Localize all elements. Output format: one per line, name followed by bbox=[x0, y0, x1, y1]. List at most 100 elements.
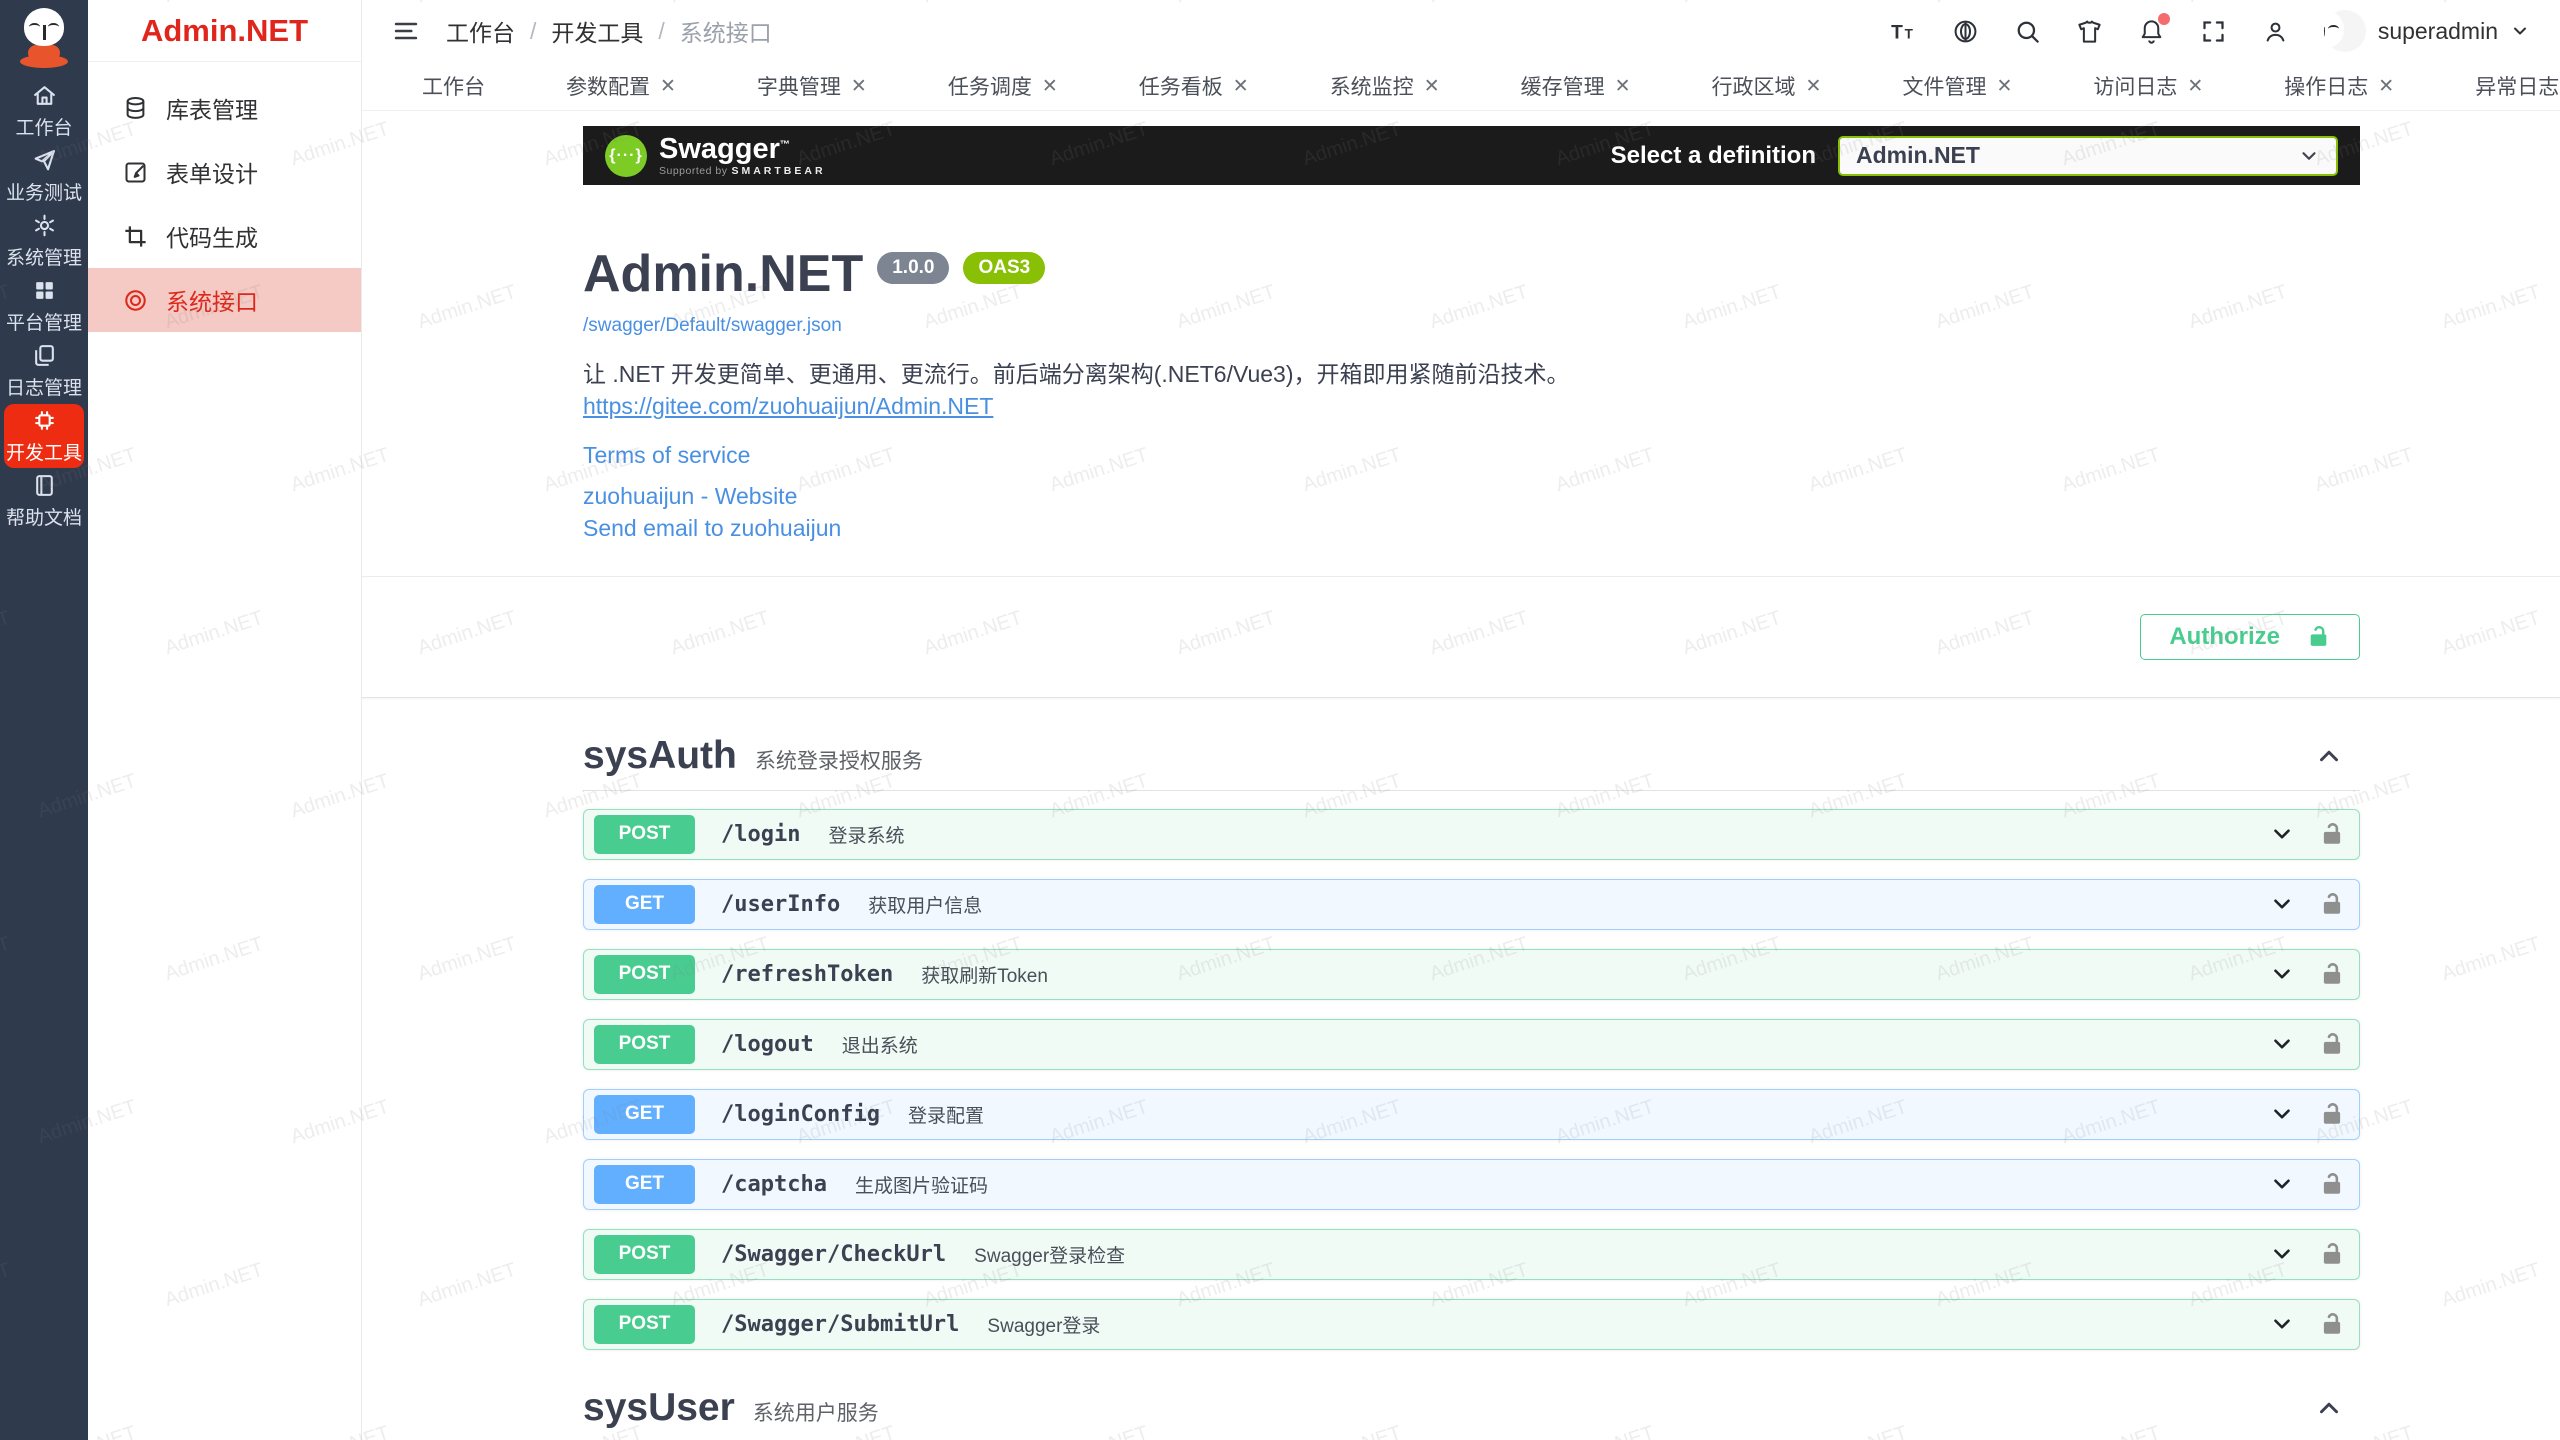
chevron-up-icon[interactable] bbox=[2314, 1393, 2344, 1423]
sidebar-item-代码生成[interactable]: 代码生成 bbox=[88, 204, 361, 268]
section-header[interactable]: sysUser 系统用户服务 bbox=[583, 1386, 2360, 1440]
tab-任务看板[interactable]: 任务看板 ✕ bbox=[1121, 63, 1267, 109]
tab-工作台[interactable]: 工作台 bbox=[404, 63, 503, 109]
section-header[interactable]: sysAuth 系统登录授权服务 bbox=[583, 734, 2360, 791]
rail-item-工作台[interactable]: 工作台 bbox=[4, 79, 84, 143]
endpoint-row-/logout[interactable]: POST /logout 退出系统 bbox=[583, 1019, 2360, 1070]
lock-open-icon[interactable] bbox=[2319, 1171, 2345, 1197]
tab-close-icon[interactable]: ✕ bbox=[1996, 77, 2012, 96]
endpoint-path: /userInfo bbox=[721, 892, 840, 917]
tab-close-icon[interactable]: ✕ bbox=[1042, 77, 1058, 96]
chevron-down-icon[interactable] bbox=[2269, 961, 2295, 987]
method-badge: POST bbox=[594, 1025, 695, 1064]
topbar-actions: TT superadmin bbox=[1890, 10, 2530, 52]
swagger-content: {···} Swagger™ Supported bySMARTBEAR Sel… bbox=[362, 111, 2560, 1440]
tab-字典管理[interactable]: 字典管理 ✕ bbox=[739, 63, 885, 109]
lock-open-icon[interactable] bbox=[2319, 821, 2345, 847]
terms-of-service-link[interactable]: Terms of service bbox=[583, 442, 2360, 469]
tab-close-icon[interactable]: ✕ bbox=[1806, 77, 1822, 96]
repo-link[interactable]: https://gitee.com/zuohuaijun/Admin.NET bbox=[583, 393, 993, 420]
font-size-icon[interactable]: TT bbox=[1890, 18, 1917, 45]
endpoint-summary: Swagger登录检查 bbox=[974, 1241, 1125, 1268]
app-logo[interactable] bbox=[15, 8, 73, 68]
rail-item-系统管理[interactable]: 系统管理 bbox=[4, 209, 84, 273]
tab-异常日志[interactable]: 异常日志 ✕ bbox=[2457, 63, 2560, 109]
email-link[interactable]: Send email to zuohuaijun bbox=[583, 515, 2360, 542]
sidebar-item-系统接口[interactable]: 系统接口 bbox=[88, 268, 361, 332]
authorize-button[interactable]: Authorize bbox=[2140, 614, 2360, 660]
tab-访问日志[interactable]: 访问日志 ✕ bbox=[2075, 63, 2221, 109]
tab-参数配置[interactable]: 参数配置 ✕ bbox=[548, 63, 694, 109]
endpoint-row-/Swagger/CheckUrl[interactable]: POST /Swagger/CheckUrl Swagger登录检查 bbox=[583, 1229, 2360, 1280]
open-tabs-bar: 工作台 参数配置 ✕ 字典管理 ✕ 任务调度 ✕ 任务看板 ✕ 系统监控 ✕ 缓… bbox=[362, 62, 2560, 111]
search-icon[interactable] bbox=[2014, 18, 2041, 45]
fullscreen-icon[interactable] bbox=[2200, 18, 2227, 45]
section-description: 系统用户服务 bbox=[753, 1397, 879, 1427]
endpoint-row-/login[interactable]: POST /login 登录系统 bbox=[583, 809, 2360, 860]
endpoint-row-/loginConfig[interactable]: GET /loginConfig 登录配置 bbox=[583, 1089, 2360, 1140]
svg-text:T: T bbox=[1904, 26, 1913, 41]
chevron-down-icon[interactable] bbox=[2269, 1241, 2295, 1267]
chevron-down-icon[interactable] bbox=[2269, 1101, 2295, 1127]
tab-文件管理[interactable]: 文件管理 ✕ bbox=[1884, 63, 2030, 109]
lock-open-icon[interactable] bbox=[2319, 1101, 2345, 1127]
tab-close-icon[interactable]: ✕ bbox=[1615, 77, 1631, 96]
sidebar-item-库表管理[interactable]: 库表管理 bbox=[88, 76, 361, 140]
tab-缓存管理[interactable]: 缓存管理 ✕ bbox=[1503, 63, 1649, 109]
tab-close-icon[interactable]: ✕ bbox=[851, 77, 867, 96]
chevron-down-icon[interactable] bbox=[2269, 891, 2295, 917]
tab-操作日志[interactable]: 操作日志 ✕ bbox=[2266, 63, 2412, 109]
theme-icon[interactable] bbox=[2076, 18, 2103, 45]
rail-item-帮助文档[interactable]: 帮助文档 bbox=[4, 469, 84, 533]
chevron-up-icon[interactable] bbox=[2314, 741, 2344, 771]
rail-item-日志管理[interactable]: 日志管理 bbox=[4, 339, 84, 403]
endpoint-row-/userInfo[interactable]: GET /userInfo 获取用户信息 bbox=[583, 879, 2360, 930]
grid-icon bbox=[32, 278, 57, 303]
user-menu[interactable]: superadmin bbox=[2324, 10, 2530, 52]
tab-close-icon[interactable]: ✕ bbox=[660, 77, 676, 96]
tab-close-icon[interactable]: ✕ bbox=[2187, 77, 2203, 96]
chevron-down-icon[interactable] bbox=[2269, 821, 2295, 847]
spec-url-link[interactable]: /swagger/Default/swagger.json bbox=[583, 315, 842, 337]
endpoint-row-/Swagger/SubmitUrl[interactable]: POST /Swagger/SubmitUrl Swagger登录 bbox=[583, 1299, 2360, 1350]
lock-open-icon[interactable] bbox=[2319, 1241, 2345, 1267]
tab-close-icon[interactable]: ✕ bbox=[1233, 77, 1249, 96]
tab-系统监控[interactable]: 系统监控 ✕ bbox=[1312, 63, 1458, 109]
database-icon bbox=[122, 95, 149, 122]
language-icon[interactable] bbox=[1952, 18, 1979, 45]
tab-行政区域[interactable]: 行政区域 ✕ bbox=[1694, 63, 1840, 109]
lock-open-icon[interactable] bbox=[2319, 1031, 2345, 1057]
collapse-menu-icon[interactable] bbox=[392, 17, 420, 45]
website-link[interactable]: zuohuaijun - Website bbox=[583, 483, 2360, 510]
tab-close-icon[interactable]: ✕ bbox=[2378, 77, 2394, 96]
chevron-down-icon[interactable] bbox=[2269, 1311, 2295, 1337]
lock-open-icon[interactable] bbox=[2319, 1311, 2345, 1337]
module-sidebar: Admin.NET 库表管理 表单设计 代码生成 系统接口 bbox=[88, 0, 362, 1440]
rail-item-业务测试[interactable]: 业务测试 bbox=[4, 144, 84, 208]
lock-open-icon[interactable] bbox=[2319, 961, 2345, 987]
notification-icon[interactable] bbox=[2138, 18, 2165, 45]
smartbear-brand: SMARTBEAR bbox=[731, 165, 825, 177]
breadcrumb-item[interactable]: 工作台 bbox=[446, 14, 515, 48]
tab-label: 任务看板 bbox=[1139, 71, 1223, 101]
user-icon[interactable] bbox=[2262, 18, 2289, 45]
swagger-logo-icon: {···} bbox=[605, 135, 647, 177]
section-name: sysAuth bbox=[583, 734, 737, 778]
endpoint-row-/refreshToken[interactable]: POST /refreshToken 获取刷新Token bbox=[583, 949, 2360, 1000]
endpoint-row-/captcha[interactable]: GET /captcha 生成图片验证码 bbox=[583, 1159, 2360, 1210]
endpoint-summary: 生成图片验证码 bbox=[855, 1171, 988, 1198]
tab-任务调度[interactable]: 任务调度 ✕ bbox=[930, 63, 1076, 109]
form-design-icon bbox=[122, 159, 149, 186]
chevron-down-icon[interactable] bbox=[2269, 1031, 2295, 1057]
method-badge: GET bbox=[594, 885, 695, 924]
tab-close-icon[interactable]: ✕ bbox=[1424, 77, 1440, 96]
rail-item-平台管理[interactable]: 平台管理 bbox=[4, 274, 84, 338]
definition-select[interactable]: Admin.NET bbox=[1838, 136, 2338, 176]
chevron-down-icon[interactable] bbox=[2269, 1171, 2295, 1197]
rail-item-开发工具[interactable]: 开发工具 bbox=[4, 404, 84, 468]
breadcrumb-item[interactable]: 开发工具 bbox=[551, 14, 643, 48]
lock-open-icon[interactable] bbox=[2319, 891, 2345, 917]
endpoint-path: /Swagger/CheckUrl bbox=[721, 1242, 946, 1267]
notification-badge-dot bbox=[2158, 13, 2170, 25]
sidebar-item-表单设计[interactable]: 表单设计 bbox=[88, 140, 361, 204]
